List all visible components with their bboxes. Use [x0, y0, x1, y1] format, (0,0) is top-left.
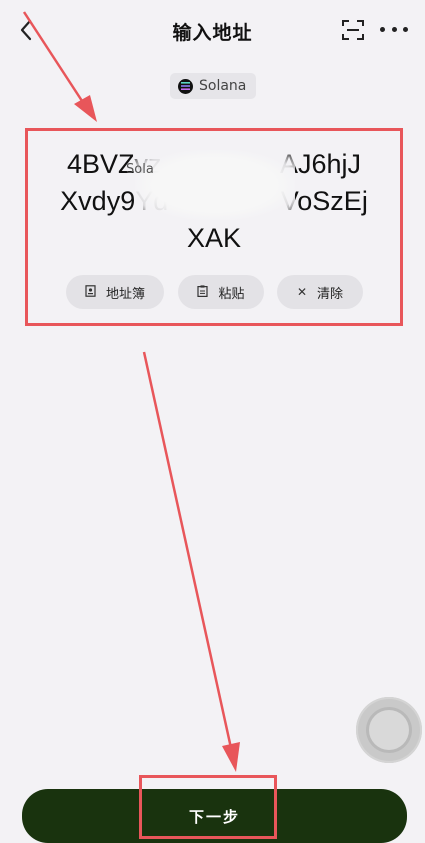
scan-icon: [342, 20, 364, 40]
top-bar: 输入地址: [0, 0, 425, 60]
annotation-box-next: [139, 775, 277, 839]
annotation-arrow-bottom: [142, 351, 240, 772]
network-name: Solana: [199, 78, 247, 94]
solana-logo-icon: [178, 78, 193, 94]
scan-button[interactable]: [342, 19, 364, 41]
network-badge: Solana: [170, 73, 257, 99]
annotation-box-address: [25, 128, 403, 326]
floating-assistive-button[interactable]: [356, 697, 422, 763]
more-button[interactable]: [380, 18, 408, 40]
more-horizontal-icon: [380, 26, 385, 32]
